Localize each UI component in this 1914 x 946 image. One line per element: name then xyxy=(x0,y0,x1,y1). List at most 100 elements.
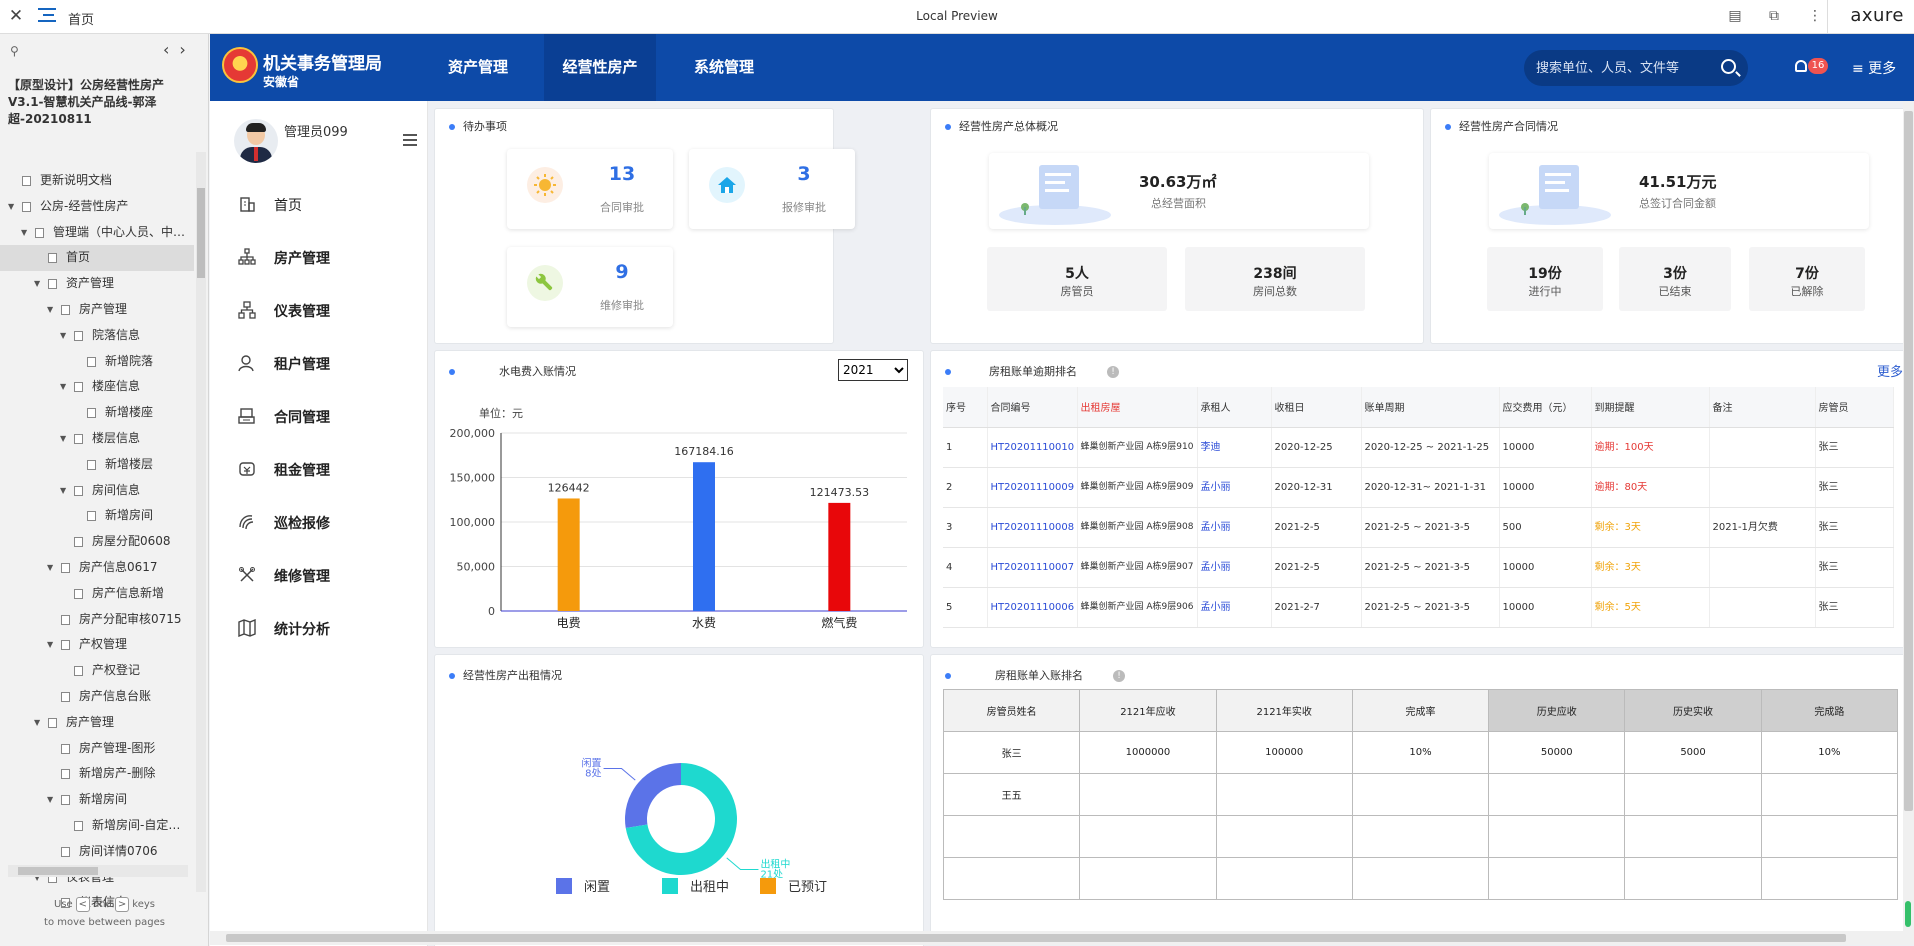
expand-arrow-icon[interactable]: ▼ xyxy=(47,555,53,581)
header-more-menu[interactable]: ≡ 更多 xyxy=(1852,58,1896,78)
expand-arrow-icon[interactable]: ▼ xyxy=(21,220,27,246)
menu-item[interactable]: 仪表管理 xyxy=(210,290,427,330)
contract-link[interactable]: HT20201110008 xyxy=(987,507,1078,548)
user-icon xyxy=(238,354,256,372)
sitemap-page-item[interactable]: 房产信息新增 xyxy=(0,581,194,607)
expand-arrow-icon[interactable]: ▼ xyxy=(47,787,53,813)
info-icon[interactable]: ! xyxy=(1113,670,1125,682)
sitemap-page-item[interactable]: 新增房间-自定… xyxy=(0,813,194,839)
inspect-icon[interactable]: ⧉ xyxy=(1765,7,1783,25)
sitemap-page-item[interactable]: ▼ 院落信息 xyxy=(0,323,194,349)
more-options-icon[interactable]: ⋮ xyxy=(1806,7,1824,25)
expand-arrow-icon[interactable]: ▼ xyxy=(60,478,66,504)
menu-item[interactable]: 合同管理 xyxy=(210,396,427,436)
sitemap-page-item[interactable]: 房产管理-图形 xyxy=(0,736,194,762)
stat-label: 房间总数 xyxy=(1253,285,1297,298)
sitemap-page-item[interactable]: ▼ 楼座信息 xyxy=(0,374,194,400)
sitemap-page-item[interactable]: 新增院落 xyxy=(0,349,194,375)
contracts-card: 经营性房产合同情况 41.51万元 总签订合同金额 19份 进行中 3份 已结束… xyxy=(1430,108,1912,344)
sitemap-page-item[interactable]: ▼ 管理端（中心人员、中… xyxy=(0,220,194,246)
sitemap-page-item[interactable]: 新增楼层 xyxy=(0,452,194,478)
legend-item[interactable]: 闲置 xyxy=(556,876,610,895)
nav-commercial-property[interactable]: 经营性房产 xyxy=(544,34,656,101)
menu-item[interactable]: 房产管理 xyxy=(210,237,427,277)
notes-icon[interactable]: ▤ xyxy=(1726,7,1744,25)
collapse-menu-icon[interactable] xyxy=(403,134,417,146)
menu-item[interactable]: 租金管理 xyxy=(210,449,427,489)
utility-bar-chart: 0 50,000 100,000 150,000 200,000 126442 电费 1671… xyxy=(450,427,907,630)
page-hscrollbar[interactable] xyxy=(210,931,1914,945)
sitemap-page-item[interactable]: ▼ 房产信息0617 xyxy=(0,555,194,581)
sitemap-page-item[interactable]: ▼ 公房-经营性房产 xyxy=(0,194,194,220)
sitemap-search-icon[interactable]: ⚲ xyxy=(10,44,19,58)
sitemap-page-item[interactable]: ▼ 产权管理 xyxy=(0,632,194,658)
sitemap-page-item[interactable]: ▼ 楼层信息 xyxy=(0,426,194,452)
legend-item[interactable]: 已预订 xyxy=(760,876,827,895)
search-input[interactable] xyxy=(1536,58,1706,78)
tenant-link[interactable]: 李迪 xyxy=(1197,427,1272,468)
tenant-link[interactable]: 孟小丽 xyxy=(1197,587,1272,628)
sitemap-page-item[interactable]: ▼ 新增房间 xyxy=(0,787,194,813)
todo-contract-approval[interactable]: 13 合同审批 xyxy=(507,149,673,229)
contract-link[interactable]: HT20201110007 xyxy=(987,547,1078,588)
todo-label: 合同审批 xyxy=(600,201,644,214)
menu-item[interactable]: 首页 xyxy=(210,184,427,224)
sitemap-page-item[interactable]: 首页 xyxy=(0,245,194,272)
sitemap-page-item[interactable]: ▼ 房产管理 xyxy=(0,297,194,323)
legend-item[interactable]: 出租中 xyxy=(662,876,729,895)
nav-asset-management[interactable]: 资产管理 xyxy=(422,34,534,101)
sitemap-page-item[interactable]: 新增房产-删除 xyxy=(0,761,194,787)
expand-arrow-icon[interactable]: ▼ xyxy=(60,426,66,452)
avatar[interactable] xyxy=(234,119,278,163)
more-link[interactable]: 更多 xyxy=(1877,361,1903,380)
year-select[interactable]: 2021 xyxy=(838,359,908,381)
table-row[interactable]: 3 HT20201110008 蜂巢创新产业园 A栋9层908 孟小丽 2021-2-5… xyxy=(943,507,1894,548)
menu-item[interactable]: 统计分析 xyxy=(210,608,427,648)
sitemap-hscrollbar[interactable] xyxy=(8,865,188,877)
search-icon[interactable] xyxy=(1721,59,1736,74)
contract-link[interactable]: HT20201110009 xyxy=(987,467,1078,508)
sitemap-page-item[interactable]: 更新说明文档 xyxy=(0,168,194,194)
info-icon[interactable]: ! xyxy=(1107,366,1119,378)
nav-system-management[interactable]: 系统管理 xyxy=(668,34,780,101)
rent-overdue-card: 房租账单逾期排名! 更多 序号 合同编号 出租房屋 承租人 收租日 账单周期 应交费用（元）… xyxy=(930,350,1912,648)
sitemap-page-item[interactable]: 产权登记 xyxy=(0,658,194,684)
page-scrollbar[interactable] xyxy=(1903,101,1914,931)
tenant-link[interactable]: 孟小丽 xyxy=(1197,507,1272,548)
table-row[interactable]: 5 HT20201110006 蜂巢创新产业园 A栋9层906 孟小丽 2021-2-7… xyxy=(943,587,1894,628)
tenant-link[interactable]: 孟小丽 xyxy=(1197,467,1272,508)
sitemap-page-item[interactable]: 房产信息台账 xyxy=(0,684,194,710)
sitemap-page-item[interactable]: 新增楼座 xyxy=(0,400,194,426)
expand-arrow-icon[interactable]: ▼ xyxy=(34,710,40,736)
expand-arrow-icon[interactable]: ▼ xyxy=(47,297,53,323)
menu-item[interactable]: 维修管理 xyxy=(210,555,427,595)
todo-repair-approval[interactable]: 3 报修审批 xyxy=(689,149,855,229)
meter-icon xyxy=(238,301,256,319)
legend-swatch xyxy=(556,878,572,894)
sitemap-page-item[interactable]: ▼ 资产管理 xyxy=(0,271,194,297)
expand-arrow-icon[interactable]: ▼ xyxy=(8,194,14,220)
sitemap-page-item[interactable]: 新增房间 xyxy=(0,503,194,529)
sitemap-page-item[interactable]: ▼ 房产管理 xyxy=(0,710,194,736)
table-row[interactable]: 2 HT20201110009 蜂巢创新产业园 A栋9层909 孟小丽 2020-12-… xyxy=(943,467,1894,508)
sitemap-page-item[interactable]: 房间详情0706 xyxy=(0,839,194,865)
sitemap-page-item[interactable]: 房屋分配0608 xyxy=(0,529,194,555)
table-row[interactable]: 4 HT20201110007 蜂巢创新产业园 A栋9层907 孟小丽 2021-2-5… xyxy=(943,547,1894,588)
menu-item[interactable]: 租户管理 xyxy=(210,343,427,383)
todo-maintenance-approval[interactable]: 9 维修审批 xyxy=(507,247,673,327)
menu-item[interactable]: 巡检报修 xyxy=(210,502,427,542)
todo-label: 报修审批 xyxy=(782,201,826,214)
expand-arrow-icon[interactable]: ▼ xyxy=(34,271,40,297)
expand-arrow-icon[interactable]: ▼ xyxy=(60,323,66,349)
page-nav-arrows[interactable]: ‹› xyxy=(163,40,196,59)
tenant-link[interactable]: 孟小丽 xyxy=(1197,547,1272,588)
expand-arrow-icon[interactable]: ▼ xyxy=(60,374,66,400)
contract-link[interactable]: HT20201110006 xyxy=(987,587,1078,628)
sitemap-page-item[interactable]: 房产分配审核0715 xyxy=(0,607,194,633)
expand-arrow-icon[interactable]: ▼ xyxy=(47,632,53,658)
table-row[interactable]: 1 HT20201110010 蜂巢创新产业园 A栋9层910 李迪 2020-12-2… xyxy=(943,427,1894,468)
sitemap-page-item[interactable]: ▼ 房间信息 xyxy=(0,478,194,504)
sitemap-scrollbar[interactable] xyxy=(196,152,206,892)
contract-link[interactable]: HT20201110010 xyxy=(987,427,1078,468)
bell-icon[interactable] xyxy=(1795,60,1807,72)
